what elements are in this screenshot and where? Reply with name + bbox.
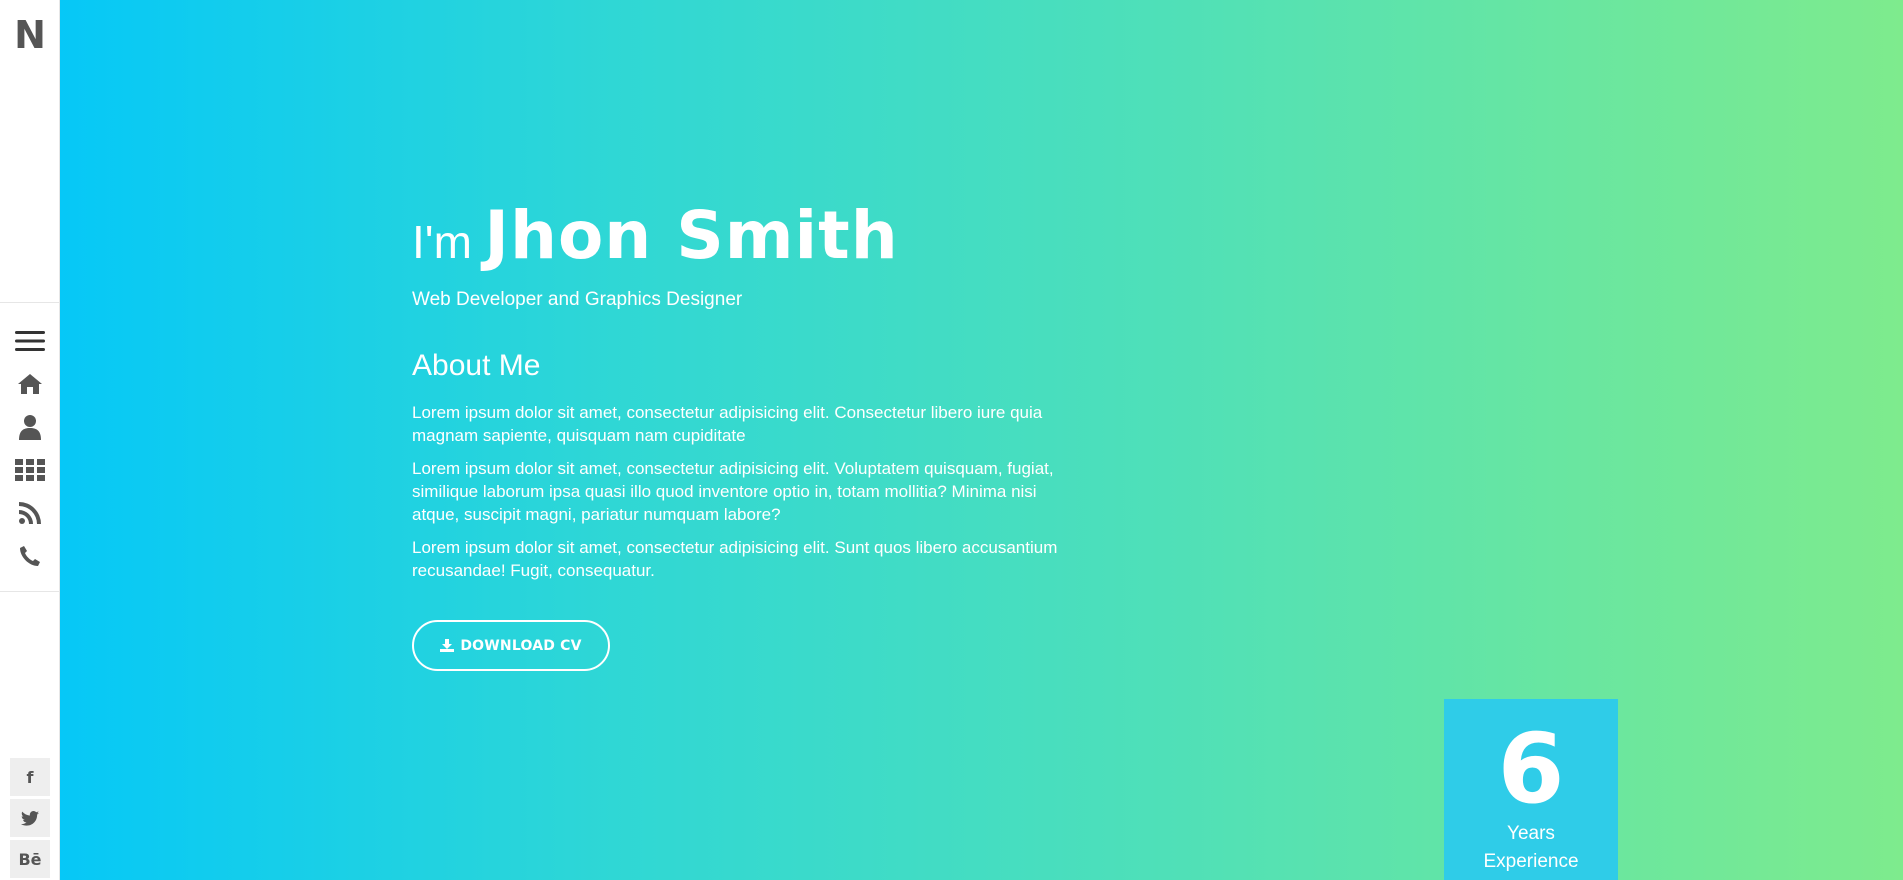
hero-content: I'm Jhon Smith Web Developer and Graphic… [412,196,1112,671]
download-icon [440,639,455,652]
about-title: About Me [412,349,541,382]
phone-icon [20,545,40,566]
about-paragraph: Lorem ipsum dolor sit amet, consectetur … [412,538,1058,580]
about-text: Lorem ipsum dolor sit amet, consectetur … [412,401,1112,582]
facebook-link[interactable]: f [10,758,50,796]
sidebar: N f Bē [0,0,60,880]
nav-blog[interactable] [0,491,60,534]
menu-icon [15,330,45,351]
logo[interactable]: N [0,14,60,56]
experience-label-line2: Experience [1483,851,1579,872]
menu-button[interactable] [0,319,60,362]
rss-icon [19,501,41,524]
hero-name: Jhon Smith [484,197,899,274]
experience-number: 6 [1497,713,1565,825]
twitter-icon [21,810,39,826]
social-links: f Bē [10,758,50,880]
experience-label-line1: Years [1507,823,1555,844]
download-cv-button[interactable]: DOWNLOAD CV [412,620,610,671]
behance-link[interactable]: Bē [10,840,50,878]
nav-home[interactable] [0,362,60,405]
nav-portfolio[interactable] [0,448,60,491]
experience-box: 6 Years Experience [1444,699,1618,880]
hero-section: I'm Jhon Smith Web Developer and Graphic… [60,0,1903,880]
behance-icon: Bē [18,849,42,869]
grid-icon [15,458,45,481]
facebook-icon: f [26,767,34,787]
sidebar-nav [0,302,60,592]
home-icon [18,373,42,394]
user-icon [19,414,41,440]
about-paragraph: Lorem ipsum dolor sit amet, consectetur … [412,459,1054,524]
about-paragraph: Lorem ipsum dolor sit amet, consectetur … [412,403,1043,445]
hero-heading: I'm Jhon Smith [412,196,1112,283]
twitter-link[interactable] [10,799,50,837]
download-cv-label: DOWNLOAD CV [460,637,582,654]
nav-about[interactable] [0,405,60,448]
greeting-prefix: I'm [412,216,472,268]
hero-role: Web Developer and Graphics Designer [412,289,743,310]
nav-contact[interactable] [0,534,60,577]
